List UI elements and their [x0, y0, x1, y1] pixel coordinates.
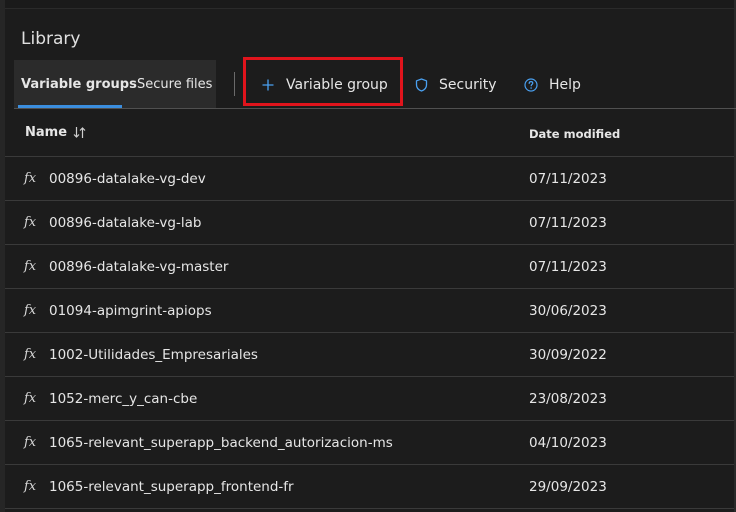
variable-groups-table: Name Date modified fx 00896-datalake-vg-… — [5, 110, 734, 509]
row-name: 01094-apimgrint-apiops — [49, 303, 212, 319]
table-row[interactable]: fx 1065-relevant_superapp_frontend-fr 29… — [5, 465, 734, 509]
sort-icon — [73, 126, 87, 139]
variable-group-icon: fx — [24, 303, 37, 318]
library-page: Library Variable groups Secure files Var… — [0, 0, 736, 512]
tab-strip: Variable groups Secure files — [14, 60, 216, 108]
top-bar-edge — [5, 0, 736, 9]
row-date: 07/11/2023 — [529, 215, 607, 231]
help-button[interactable]: Help — [523, 74, 581, 96]
row-name: 1065-relevant_superapp_backend_autorizac… — [49, 435, 393, 451]
column-header-date-modified[interactable]: Date modified — [529, 127, 620, 141]
table-row[interactable]: fx 00896-datalake-vg-dev 07/11/2023 — [5, 157, 734, 201]
variable-group-icon: fx — [24, 259, 37, 274]
active-tab-indicator — [18, 105, 122, 108]
help-label: Help — [549, 77, 581, 93]
column-header-name-label: Name — [25, 125, 68, 140]
variable-group-icon: fx — [24, 215, 37, 230]
row-name: 00896-datalake-vg-dev — [49, 171, 206, 187]
variable-group-icon: fx — [24, 347, 37, 362]
row-name: 1065-relevant_superapp_frontend-fr — [49, 479, 294, 495]
variable-group-icon: fx — [24, 435, 37, 450]
variable-group-icon: fx — [24, 479, 37, 494]
row-date: 07/11/2023 — [529, 171, 607, 187]
row-name: 00896-datalake-vg-master — [49, 259, 229, 275]
shield-icon — [413, 77, 429, 93]
table-row[interactable]: fx 1052-merc_y_can-cbe 23/08/2023 — [5, 377, 734, 421]
library-toolbar: Variable groups Secure files Variable gr… — [14, 60, 736, 109]
table-row[interactable]: fx 00896-datalake-vg-master 07/11/2023 — [5, 245, 734, 289]
add-variable-group-button[interactable]: Variable group — [260, 74, 388, 96]
plus-icon — [260, 77, 276, 93]
column-header-name[interactable]: Name — [25, 125, 87, 140]
row-date: 29/09/2023 — [529, 479, 607, 495]
variable-group-icon: fx — [24, 391, 37, 406]
row-name: 00896-datalake-vg-lab — [49, 215, 202, 231]
security-button[interactable]: Security — [413, 74, 497, 96]
security-label: Security — [439, 77, 497, 93]
tab-secure-files[interactable]: Secure files — [137, 77, 212, 92]
table-header: Name Date modified — [5, 110, 734, 157]
table-row[interactable]: fx 1065-relevant_superapp_backend_autori… — [5, 421, 734, 465]
table-row[interactable]: fx 00896-datalake-vg-lab 07/11/2023 — [5, 201, 734, 245]
row-date: 30/09/2022 — [529, 347, 607, 363]
row-date: 30/06/2023 — [529, 303, 607, 319]
table-row[interactable]: fx 01094-apimgrint-apiops 30/06/2023 — [5, 289, 734, 333]
help-circle-icon — [523, 77, 539, 93]
row-date: 07/11/2023 — [529, 259, 607, 275]
add-variable-group-label: Variable group — [286, 77, 388, 93]
variable-group-icon: fx — [24, 171, 37, 186]
toolbar-divider — [234, 72, 235, 96]
tab-variable-groups[interactable]: Variable groups — [21, 77, 137, 92]
row-name: 1052-merc_y_can-cbe — [49, 391, 198, 407]
row-date: 23/08/2023 — [529, 391, 607, 407]
table-row[interactable]: fx 1002-Utilidades_Empresariales 30/09/2… — [5, 333, 734, 377]
page-title: Library — [21, 29, 81, 49]
row-name: 1002-Utilidades_Empresariales — [49, 347, 258, 363]
row-date: 04/10/2023 — [529, 435, 607, 451]
